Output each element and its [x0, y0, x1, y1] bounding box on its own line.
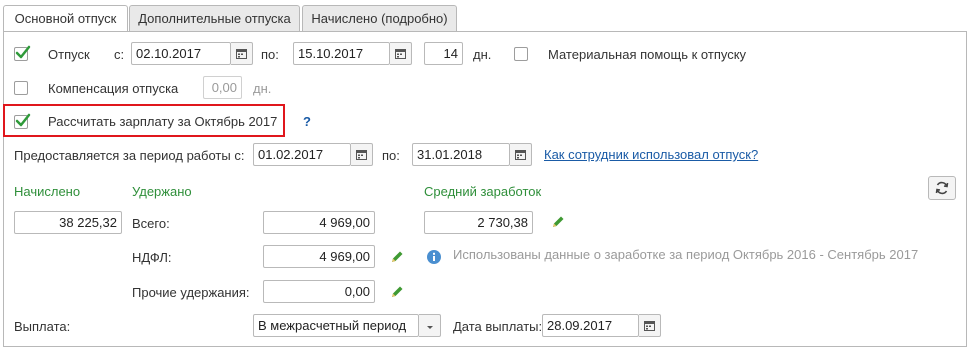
vacation-label: Отпуск — [48, 47, 90, 62]
vacation-to-label: по: — [261, 47, 279, 62]
info-icon — [427, 250, 441, 264]
help-link[interactable]: ? — [303, 114, 311, 130]
edit-ndfl-pencil-icon[interactable] — [390, 250, 404, 264]
work-period-from-input[interactable]: 01.02.2017 — [253, 143, 351, 166]
compensation-label: Компенсация отпуска — [48, 81, 179, 96]
material-aid-checkbox[interactable] — [514, 47, 528, 61]
work-period-from-calendar-button[interactable] — [351, 143, 373, 166]
average-earnings-header: Средний заработок — [424, 184, 542, 199]
vacation-from-label: с: — [114, 47, 125, 62]
calendar-icon — [644, 321, 655, 331]
payment-date-input[interactable]: 28.09.2017 — [542, 314, 639, 337]
calc-salary-checkbox[interactable] — [14, 113, 31, 129]
calendar-icon — [236, 49, 247, 59]
calc-salary-label: Рассчитать зарплату за Октябрь 2017 — [48, 114, 278, 129]
payment-date-label: Дата выплаты: — [453, 319, 543, 334]
withheld-header: Удержано — [132, 184, 192, 199]
work-period-label: Предоставляется за период работы с: — [14, 148, 245, 163]
payment-date-calendar-button[interactable] — [639, 314, 661, 337]
vacation-checkbox[interactable] — [14, 45, 31, 61]
ndfl-label: НДФЛ: — [132, 250, 172, 265]
tab-label: Начислено (подробно) — [311, 11, 448, 26]
accrued-amount-field[interactable]: 38 225,32 — [14, 211, 122, 234]
tab-accrued-detailed[interactable]: Начислено (подробно) — [302, 5, 457, 31]
other-deductions-label: Прочие удержания: — [132, 285, 250, 300]
compensation-checkbox[interactable] — [14, 81, 28, 95]
work-period-to-input[interactable]: 31.01.2018 — [412, 143, 510, 166]
material-aid-label: Материальная помощь к отпуску — [548, 47, 747, 62]
payment-label: Выплата: — [14, 319, 71, 334]
vacation-from-calendar-button[interactable] — [231, 42, 253, 65]
tab-additional-vacations[interactable]: Дополнительные отпуска — [129, 5, 300, 31]
accrued-header: Начислено — [14, 184, 81, 199]
payment-method-select[interactable]: В межрасчетный период — [253, 314, 419, 337]
vacation-from-date-input[interactable]: 02.10.2017 — [131, 42, 231, 65]
vacation-days-input[interactable]: 14 — [424, 42, 463, 65]
vacation-to-date-input[interactable]: 15.10.2017 — [293, 42, 390, 65]
withheld-total-label: Всего: — [132, 216, 170, 231]
vacation-days-unit: дн. — [473, 47, 492, 62]
refresh-icon — [935, 181, 949, 195]
payment-method-dropdown-button[interactable] — [419, 314, 441, 337]
dropdown-arrow-icon — [427, 326, 433, 329]
edit-other-deductions-pencil-icon[interactable] — [390, 285, 404, 299]
tab-label: Дополнительные отпуска — [138, 11, 291, 26]
work-period-to-label: по: — [382, 148, 400, 163]
calendar-icon — [515, 150, 526, 160]
average-earnings-field[interactable]: 2 730,38 — [424, 211, 533, 234]
other-deductions-field[interactable]: 0,00 — [263, 280, 375, 303]
checkbox-check-icon — [15, 113, 31, 127]
vacation-usage-link[interactable]: Как сотрудник использовал отпуск? — [544, 147, 758, 163]
ndfl-field[interactable]: 4 969,00 — [263, 245, 375, 268]
calendar-icon — [395, 49, 406, 59]
average-earnings-info: Использованы данные о заработке за перио… — [453, 247, 919, 262]
compensation-days-unit: дн. — [253, 81, 272, 96]
tab-main-vacation[interactable]: Основной отпуск — [3, 5, 128, 32]
withheld-total-field[interactable]: 4 969,00 — [263, 211, 375, 234]
tab-label: Основной отпуск — [14, 11, 117, 26]
refresh-button[interactable] — [928, 176, 956, 200]
work-period-to-calendar-button[interactable] — [510, 143, 532, 166]
compensation-days-input[interactable]: 0,00 — [203, 76, 242, 99]
vacation-to-calendar-button[interactable] — [390, 42, 412, 65]
checkbox-check-icon — [15, 45, 31, 59]
edit-average-pencil-icon[interactable] — [551, 215, 565, 229]
calendar-icon — [356, 150, 367, 160]
